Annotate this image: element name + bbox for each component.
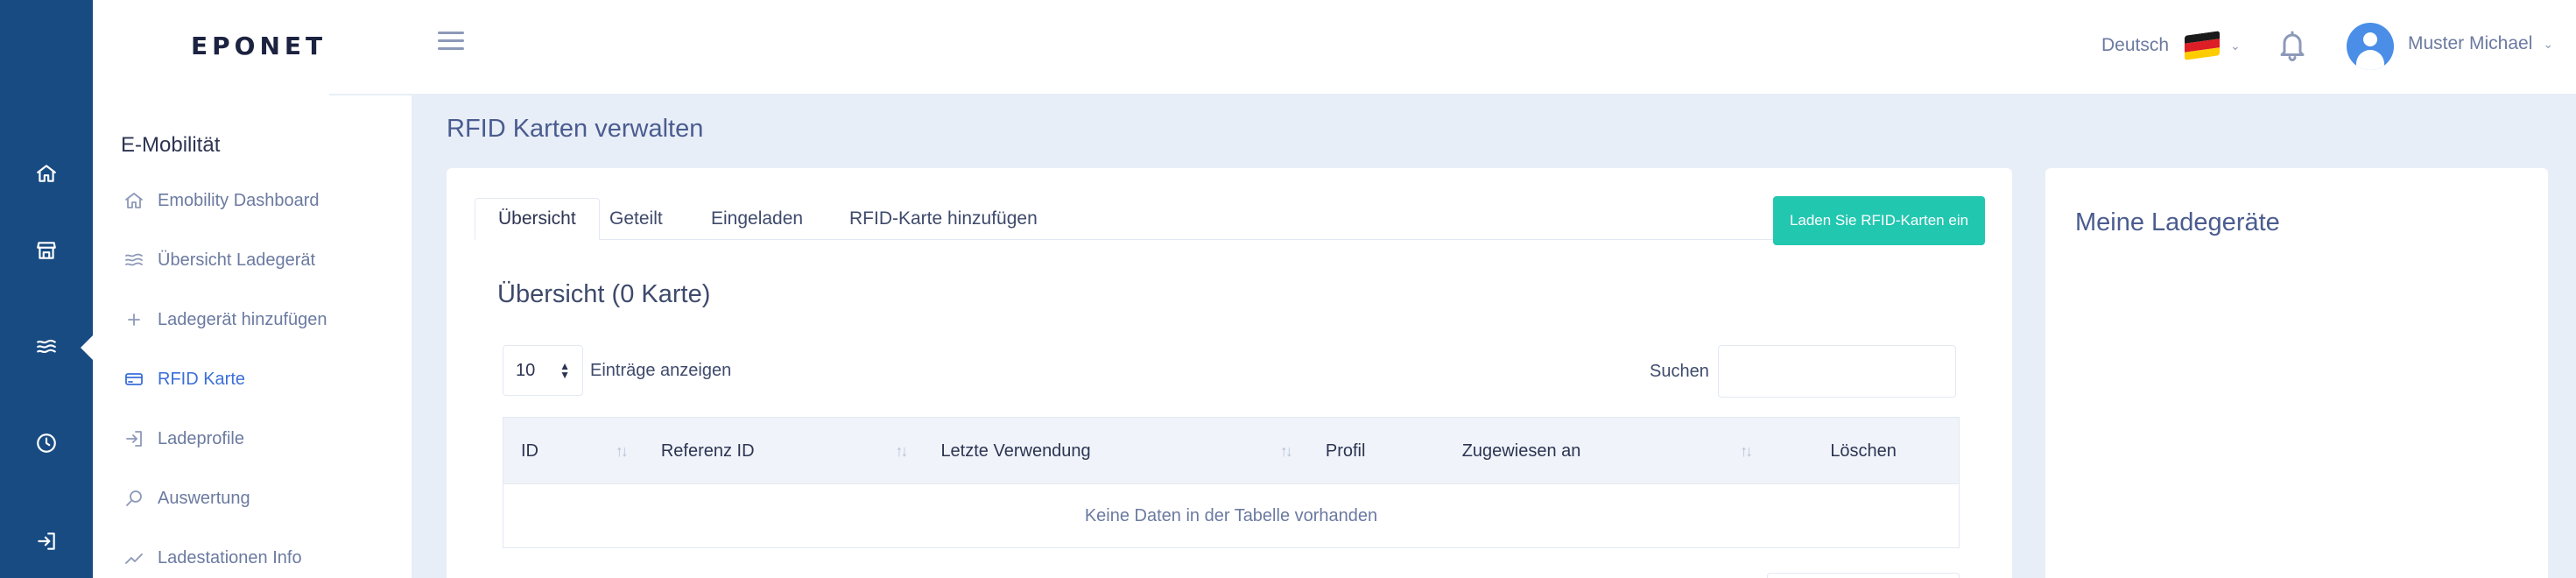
sidebar-item-rfid-karte[interactable]: RFID Karte xyxy=(121,362,245,397)
sidebar-item-ladestationen-info[interactable]: Ladestationen Info xyxy=(121,540,302,575)
load-rfid-cards-button[interactable]: Laden Sie RFID-Karten ein xyxy=(1773,196,1985,245)
sort-icon: ↑↓ xyxy=(895,441,908,460)
sort-icon: ↑↓ xyxy=(1740,441,1753,460)
page-length-value: 10 xyxy=(516,360,536,380)
search-control: Suchen xyxy=(1650,345,1956,398)
table-header: ID ↑↓ Referenz ID ↑↓ Letzte Verwendung ↑↓ P… xyxy=(503,417,1960,483)
login-icon xyxy=(121,426,147,452)
tab-eingeladen[interactable]: Eingeladen xyxy=(688,198,826,240)
column-header-loeschen: Löschen xyxy=(1830,441,1897,461)
sidebar-item-label: Auswertung xyxy=(158,488,250,508)
sidebar-item-label: Ladegerät hinzufügen xyxy=(158,309,327,329)
search-icon xyxy=(121,485,147,511)
store-icon[interactable] xyxy=(29,233,64,268)
page-length-select[interactable]: 10 ▲ ▼ xyxy=(503,345,583,396)
chargers-card-title: Meine Ladegeräte xyxy=(2075,208,2280,236)
chevron-down-icon: ⌄ xyxy=(2543,36,2554,51)
sidebar-divider xyxy=(329,94,412,95)
chargers-card: Meine Ladegeräte xyxy=(2045,168,2548,578)
home-icon[interactable] xyxy=(29,156,64,191)
topbar: Deutsch ⌄ Muster Michael ⌄ xyxy=(412,0,2576,94)
sidebar-item-ladeprofile[interactable]: Ladeprofile xyxy=(121,421,244,456)
sidebar-section-title: E-Mobilität xyxy=(121,133,221,157)
home-icon xyxy=(121,187,147,214)
trend-icon xyxy=(121,545,147,571)
sidebar-item-label: Ladeprofile xyxy=(158,428,244,448)
main-card: Übersicht Geteilt Eingeladen RFID-Karte … xyxy=(447,168,2012,578)
language-selector[interactable]: Deutsch ⌄ xyxy=(2101,31,2241,60)
user-menu[interactable]: Muster Michael ⌄ xyxy=(2408,33,2553,54)
sidebar-item-label: Übersicht Ladegerät xyxy=(158,250,316,270)
chevron-down-icon: ⌄ xyxy=(2230,38,2241,53)
overview-title: Übersicht (0 Karte) xyxy=(497,280,711,308)
sidebar-item-uebersicht-ladegeraet[interactable]: Übersicht Ladegerät xyxy=(121,243,315,278)
column-header-zugewiesen-an[interactable]: Zugewiesen an ↑↓ xyxy=(1445,418,1769,484)
page-length-control: 10 ▲ ▼ Einträge anzeigen xyxy=(503,345,731,396)
page-length-label: Einträge anzeigen xyxy=(590,360,732,380)
plus-icon xyxy=(121,307,147,333)
waves-icon xyxy=(121,247,147,273)
german-flag-icon xyxy=(2185,31,2221,60)
table-empty-row: Keine Daten in der Tabelle vorhanden xyxy=(503,483,1960,548)
clock-icon[interactable] xyxy=(29,426,64,461)
empty-message: Keine Daten in der Tabelle vorhanden xyxy=(1084,505,1378,525)
tab-bar: Übersicht Geteilt Eingeladen RFID-Karte … xyxy=(475,198,1984,240)
column-header-profil: Profil xyxy=(1325,441,1366,461)
active-indicator xyxy=(81,335,93,360)
avatar[interactable] xyxy=(2347,23,2394,70)
sort-icon: ↑↓ xyxy=(1279,441,1293,460)
bell-icon[interactable] xyxy=(2277,28,2308,63)
user-name: Muster Michael xyxy=(2408,33,2533,53)
rfid-table: ID ↑↓ Referenz ID ↑↓ Letzte Verwendung ↑↓ P… xyxy=(503,417,1960,548)
page-title: RFID Karten verwalten xyxy=(447,115,704,143)
tab-rfid-karte-hinzufuegen[interactable]: RFID-Karte hinzufügen xyxy=(827,198,1060,240)
tab-geteilt[interactable]: Geteilt xyxy=(587,198,686,240)
column-header-letzte-verwendung[interactable]: Letzte Verwendung ↑↓ xyxy=(923,418,1307,484)
search-input[interactable] xyxy=(1717,345,1956,398)
logo: EPONET xyxy=(191,32,327,60)
sidebar: EPONET E-Mobilität Emobility Dashboard Ü… xyxy=(93,0,412,578)
column-header-id[interactable]: ID ↑↓ xyxy=(503,418,644,484)
waves-icon[interactable] xyxy=(29,329,64,364)
sidebar-item-label: RFID Karte xyxy=(158,369,246,389)
logout-icon[interactable] xyxy=(29,524,64,559)
sort-icon: ↑↓ xyxy=(615,441,629,460)
language-label: Deutsch xyxy=(2101,35,2170,55)
select-arrows-icon: ▲ ▼ xyxy=(560,360,570,381)
icon-rail xyxy=(0,0,93,578)
card-icon xyxy=(121,366,147,392)
sidebar-item-label: Emobility Dashboard xyxy=(158,190,320,210)
sidebar-item-ladegeraet-hinzufuegen[interactable]: Ladegerät hinzufügen xyxy=(121,302,327,337)
sidebar-item-emobility-dashboard[interactable]: Emobility Dashboard xyxy=(121,183,320,218)
sidebar-item-auswertung[interactable]: Auswertung xyxy=(121,481,250,516)
column-header-referenz-id[interactable]: Referenz ID ↑↓ xyxy=(644,418,924,484)
pagination[interactable] xyxy=(1767,573,1960,578)
sidebar-item-label: Ladestationen Info xyxy=(158,547,302,567)
search-label: Suchen xyxy=(1650,361,1709,381)
menu-icon[interactable] xyxy=(438,32,464,58)
tab-uebersicht[interactable]: Übersicht xyxy=(475,198,600,240)
